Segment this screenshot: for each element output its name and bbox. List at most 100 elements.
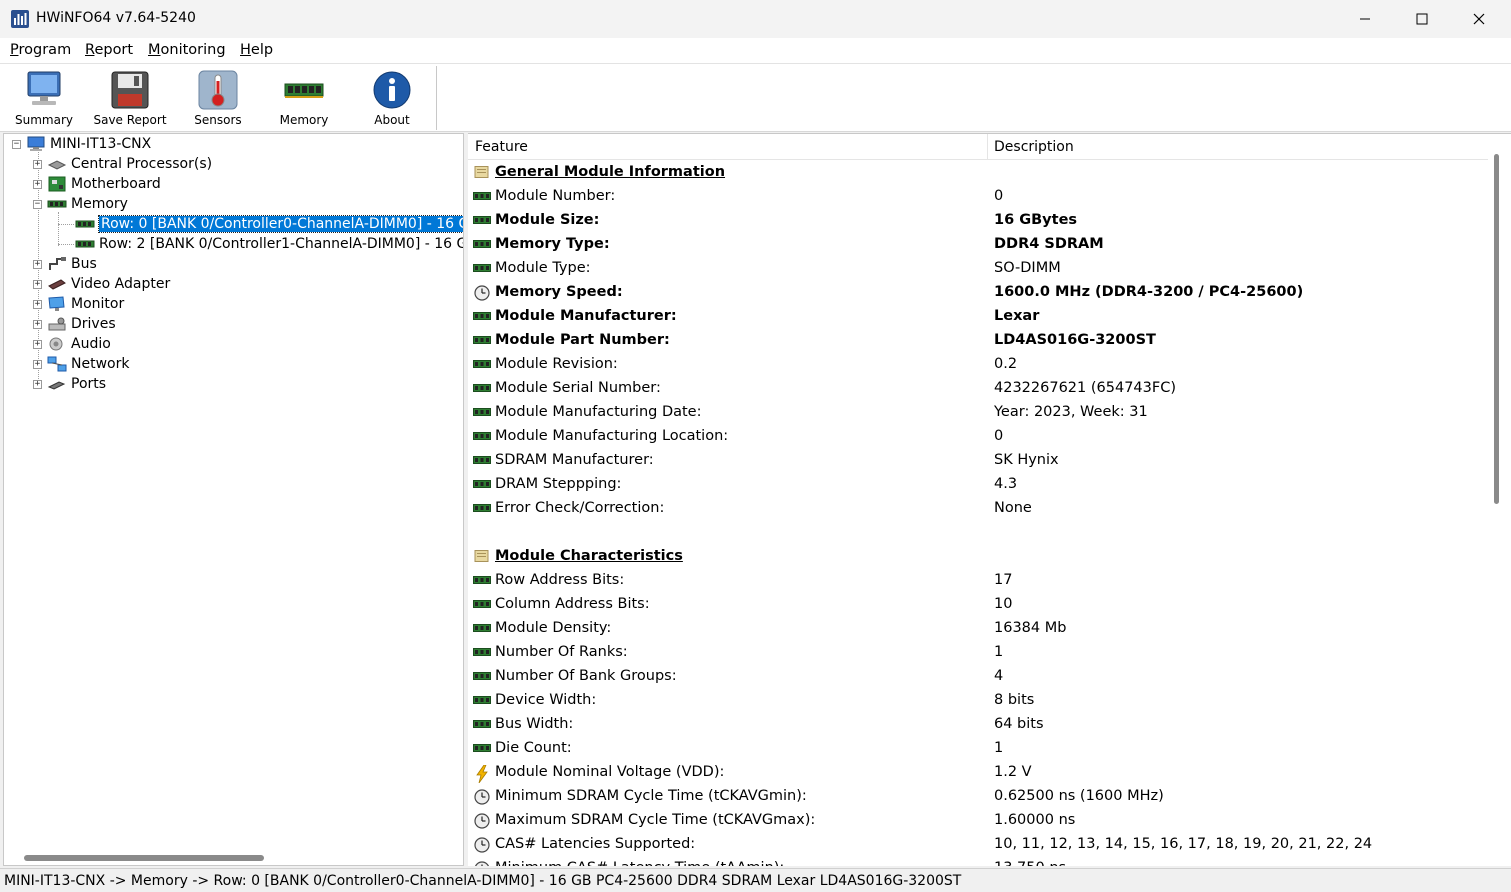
description-cell: 64 bits <box>994 716 1044 732</box>
memory-button[interactable]: Memory <box>264 68 344 128</box>
description-cell: 17 <box>994 572 1013 588</box>
status-bar: MINI-IT13-CNX -> Memory -> Row: 0 [BANK … <box>0 868 1511 892</box>
memory-chip-icon <box>473 693 491 711</box>
detail-row[interactable]: Module Serial Number: 4232267621 (654743F… <box>468 377 1488 401</box>
detail-row[interactable]: Number Of Ranks: 1 <box>468 641 1488 665</box>
ports-icon <box>47 381 66 390</box>
save-report-disk-icon <box>111 71 149 109</box>
feature-cell: Module Size: <box>495 212 600 228</box>
horizontal-scrollbar[interactable] <box>24 855 264 861</box>
description-cell: 16384 Mb <box>994 620 1067 636</box>
expand-toggle[interactable]: + <box>33 159 42 169</box>
feature-cell: Error Check/Correction: <box>495 500 665 516</box>
save-report-button[interactable]: Save Report <box>90 68 170 128</box>
menu-report[interactable]: Report <box>85 42 133 58</box>
feature-cell: Memory Speed: <box>495 284 623 300</box>
memory-chip-icon <box>473 237 491 255</box>
detail-row[interactable]: Die Count: 1 <box>468 737 1488 761</box>
detail-row[interactable]: Memory Speed: 1600.0 MHz (DDR4-3200 / PC4… <box>468 281 1488 305</box>
detail-row[interactable]: Module Manufacturing Date: Year: 2023, We… <box>468 401 1488 425</box>
detail-row[interactable]: Module Manufacturer: Lexar <box>468 305 1488 329</box>
minimize-icon <box>1360 18 1370 20</box>
expand-toggle[interactable]: + <box>33 179 42 189</box>
tree-item-memory-row-0[interactable]: Row: 0 [BANK 0/Controller0-ChannelA-DIMM… <box>75 214 463 234</box>
tree-root-label: MINI-IT13-CNX <box>50 136 152 152</box>
expand-toggle[interactable]: + <box>33 319 42 329</box>
detail-list[interactable]: Feature Description General Module Infor… <box>468 133 1511 866</box>
tree-item-cpu[interactable]: + Central Processor(s) <box>33 154 212 174</box>
description-cell: SK Hynix <box>994 452 1059 468</box>
detail-row[interactable]: Memory Type: DDR4 SDRAM <box>468 233 1488 257</box>
detail-row[interactable]: Module Size: 16 GBytes <box>468 209 1488 233</box>
collapse-toggle[interactable]: − <box>12 139 21 149</box>
detail-row[interactable]: DRAM Steppping: 4.3 <box>468 473 1488 497</box>
summary-button[interactable]: Summary <box>4 68 84 128</box>
detail-row[interactable]: SDRAM Manufacturer: SK Hynix <box>468 449 1488 473</box>
tree-item-video-adapter[interactable]: + Video Adapter <box>33 274 170 294</box>
detail-row[interactable]: Minimum SDRAM Cycle Time (tCKAVGmin): 0.6… <box>468 785 1488 809</box>
tree-item-audio[interactable]: + Audio <box>33 334 111 354</box>
column-divider[interactable] <box>987 134 988 160</box>
tree-item-label: Central Processor(s) <box>71 156 213 172</box>
detail-row[interactable]: Row Address Bits: 17 <box>468 569 1488 593</box>
feature-cell: Module Serial Number: <box>495 380 661 396</box>
description-cell: 1.2 V <box>994 764 1032 780</box>
detail-row[interactable]: Device Width: 8 bits <box>468 689 1488 713</box>
collapse-toggle[interactable]: − <box>33 199 42 209</box>
tree-item-label: Video Adapter <box>71 276 171 292</box>
sensors-button[interactable]: Sensors <box>178 68 258 128</box>
detail-row[interactable]: Bus Width: 64 bits <box>468 713 1488 737</box>
device-tree[interactable]: − MINI-IT13-CNX + Central Processor(s) +… <box>3 133 464 866</box>
detail-section-header[interactable]: Module Characteristics <box>468 545 1488 569</box>
detail-section-header[interactable]: General Module Information <box>468 161 1488 185</box>
maximize-button[interactable] <box>1393 0 1451 38</box>
detail-row[interactable]: Module Manufacturing Location: 0 <box>468 425 1488 449</box>
about-button[interactable]: About <box>352 68 432 128</box>
description-cell: 10 <box>994 596 1013 612</box>
minimize-button[interactable] <box>1336 0 1394 38</box>
menu-monitoring[interactable]: Monitoring <box>148 42 226 58</box>
menu-help[interactable]: Help <box>240 42 273 58</box>
section-icon <box>473 549 491 567</box>
expand-toggle[interactable]: + <box>33 259 42 269</box>
memory-chip-icon <box>473 453 491 471</box>
menu-program[interactable]: Program <box>10 42 71 58</box>
tree-item-bus[interactable]: + Bus <box>33 254 97 274</box>
detail-row[interactable]: Error Check/Correction: None <box>468 497 1488 521</box>
description-cell: 0.2 <box>994 356 1018 372</box>
detail-row[interactable]: Module Type: SO-DIMM <box>468 257 1488 281</box>
detail-row[interactable]: CAS# Latencies Supported: 10, 11, 12, 13,… <box>468 833 1488 857</box>
detail-row[interactable]: Module Part Number: LD4AS016G-3200ST <box>468 329 1488 353</box>
detail-row[interactable]: Column Address Bits: 10 <box>468 593 1488 617</box>
window-title: HWiNFO64 v7.64-5240 <box>36 10 196 26</box>
video-adapter-icon <box>48 279 66 290</box>
tree-item-ports[interactable]: + Ports <box>33 374 106 394</box>
expand-toggle[interactable]: + <box>33 359 42 369</box>
column-description-header[interactable]: Description <box>994 139 1074 155</box>
memory-chip-icon <box>473 381 491 399</box>
detail-row[interactable]: Module Revision: 0.2 <box>468 353 1488 377</box>
detail-row[interactable]: Module Number: 0 <box>468 185 1488 209</box>
detail-row[interactable]: Module Nominal Voltage (VDD): 1.2 V <box>468 761 1488 785</box>
description-cell: 1.60000 ns <box>994 812 1076 828</box>
column-feature-header[interactable]: Feature <box>475 139 528 155</box>
expand-toggle[interactable]: + <box>33 299 42 309</box>
detail-row[interactable]: Minimum CAS# Latency Time (tAAmin): 13.75… <box>468 857 1488 866</box>
detail-row[interactable]: Module Density: 16384 Mb <box>468 617 1488 641</box>
close-button[interactable] <box>1450 0 1508 38</box>
tree-item-memory[interactable]: − Memory <box>33 194 128 214</box>
detail-row[interactable]: Number Of Bank Groups: 4 <box>468 665 1488 689</box>
expand-toggle[interactable]: + <box>33 339 42 349</box>
feature-cell: Device Width: <box>495 692 597 708</box>
vertical-scrollbar-thumb[interactable] <box>1494 154 1499 504</box>
tree-item-drives[interactable]: + Drives <box>33 314 116 334</box>
expand-toggle[interactable]: + <box>33 379 42 389</box>
vertical-scrollbar-track[interactable] <box>1488 134 1511 866</box>
tree-item-monitor[interactable]: + Monitor <box>33 294 124 314</box>
expand-toggle[interactable]: + <box>33 279 42 289</box>
tree-root[interactable]: − MINI-IT13-CNX <box>12 134 151 154</box>
tree-item-motherboard[interactable]: + Motherboard <box>33 174 161 194</box>
tree-item-network[interactable]: + Network <box>33 354 129 374</box>
detail-row[interactable]: Maximum SDRAM Cycle Time (tCKAVGmax): 1.6… <box>468 809 1488 833</box>
tree-item-memory-row-2[interactable]: Row: 2 [BANK 0/Controller1-ChannelA-DIMM… <box>75 234 463 254</box>
